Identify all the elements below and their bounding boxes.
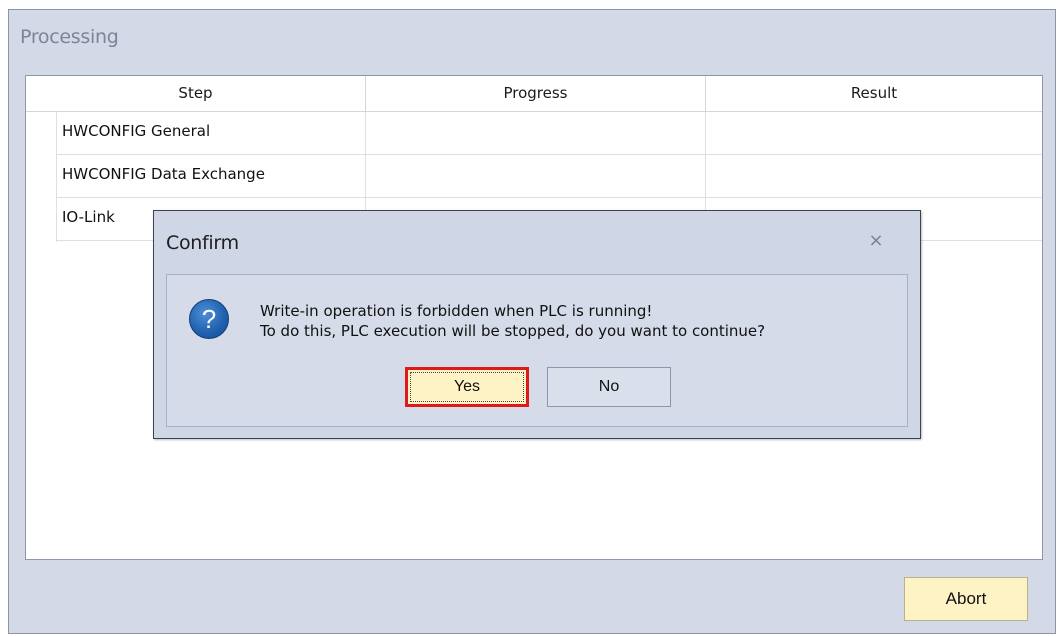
column-header-progress[interactable]: Progress	[366, 76, 706, 111]
dialog-title: Confirm	[166, 232, 239, 254]
question-icon: ?	[189, 299, 229, 339]
step-cell: HWCONFIG General	[56, 112, 366, 154]
message-line-2: To do this, PLC execution will be stoppe…	[260, 322, 766, 340]
result-cell	[706, 155, 1042, 197]
progress-cell	[366, 112, 706, 154]
column-header-step[interactable]: Step	[26, 76, 366, 111]
close-icon[interactable]: ×	[866, 231, 886, 251]
yes-button[interactable]: Yes	[405, 367, 529, 407]
step-cell: HWCONFIG Data Exchange	[56, 155, 366, 197]
no-button[interactable]: No	[547, 367, 671, 407]
abort-button[interactable]: Abort	[904, 577, 1028, 621]
table-row[interactable]: HWCONFIG Data Exchange	[56, 155, 1042, 198]
dialog-body: ? Write-in operation is forbidden when P…	[166, 274, 908, 427]
window-title: Processing	[20, 26, 119, 48]
table-row[interactable]: HWCONFIG General	[56, 112, 1042, 155]
confirm-dialog: Confirm × ? Write-in operation is forbid…	[153, 210, 921, 439]
yes-button-label: Yes	[453, 378, 481, 395]
result-cell	[706, 112, 1042, 154]
column-header-result[interactable]: Result	[706, 76, 1042, 111]
message-line-1: Write-in operation is forbidden when PLC…	[260, 302, 653, 320]
progress-cell	[366, 155, 706, 197]
table-header: Step Progress Result	[26, 76, 1042, 112]
dialog-message: Write-in operation is forbidden when PLC…	[260, 301, 765, 341]
